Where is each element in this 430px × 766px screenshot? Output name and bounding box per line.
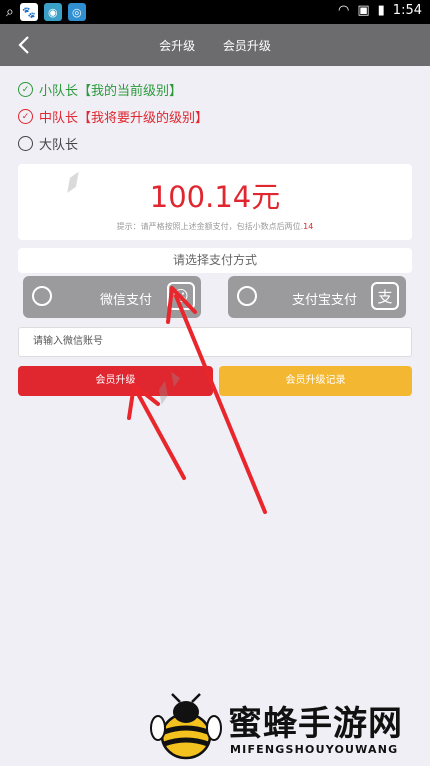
level-note: 【我将要升级的级别】 [78, 111, 209, 126]
level-option-current[interactable]: ✓ 小队长 【我的当前级别】 [18, 80, 182, 99]
alipay-label: 支付宝支付 [292, 293, 358, 308]
level-note: 【我的当前级别】 [78, 84, 183, 99]
tab-member-upgrade[interactable]: 会员升级 [223, 39, 271, 53]
member-upgrade-button[interactable]: 会员升级 [18, 366, 213, 396]
level-option-target[interactable]: ✓ 中队长 【我将要升级的级别】 [18, 107, 208, 126]
wechat-account-input[interactable]: 请输入微信账号 [18, 327, 412, 357]
app-icon: ◉ [43, 3, 62, 21]
tab-upgrade[interactable]: 会升级 [159, 39, 195, 53]
bee-logo-icon [150, 693, 222, 760]
radio-icon [18, 136, 33, 151]
wechat-pay-button[interactable]: 微信支付 ☺ [23, 276, 201, 318]
sim-icon: ▣ [357, 3, 370, 18]
baidu-app-icon: 🐾 [19, 3, 38, 21]
level-option-captain[interactable]: 大队长 [18, 134, 78, 153]
app-icon-2: ◎ [67, 3, 86, 21]
hint-tail: 14 [303, 222, 314, 231]
upgrade-record-button[interactable]: 会员升级记录 [219, 366, 412, 396]
wechat-pay-label: 微信支付 [100, 293, 153, 308]
watermark-brand: 蜜蜂手游网 [228, 704, 403, 744]
alipay-icon: 支 [371, 282, 399, 310]
top-bar: 会升级 会员升级 [0, 24, 430, 66]
arrow-to-wechat [166, 286, 267, 514]
header-tabs: 会升级 会员升级 [0, 37, 430, 54]
amount-hint: 提示：请严格按照上述金额支付，包括小数点后两位.14 [116, 222, 314, 231]
radio-icon [32, 286, 52, 306]
check-icon: ✓ [18, 109, 33, 124]
payment-method-title: 请选择支付方式 [18, 248, 412, 273]
level-label: 中队长 [39, 111, 79, 126]
check-icon: ✓ [18, 82, 33, 97]
status-time: 1:54 [392, 3, 422, 18]
alipay-button[interactable]: 支付宝支付 支 [228, 276, 406, 318]
wifi-icon: ◠ [338, 3, 350, 18]
radio-icon [237, 286, 257, 306]
level-label: 大队长 [39, 138, 79, 153]
wechat-icon: ☺ [167, 282, 195, 310]
level-label: 小队长 [39, 84, 79, 99]
search-icon: ⌕ [6, 4, 14, 20]
status-bar: ⌕ 🐾 ◉ ◎ ◠ ▣ ▮ 1:54 [0, 0, 430, 24]
watermark-sub: MIFENGSHOUYOUWANG [230, 743, 399, 756]
battery-icon: ▮ [377, 3, 385, 18]
